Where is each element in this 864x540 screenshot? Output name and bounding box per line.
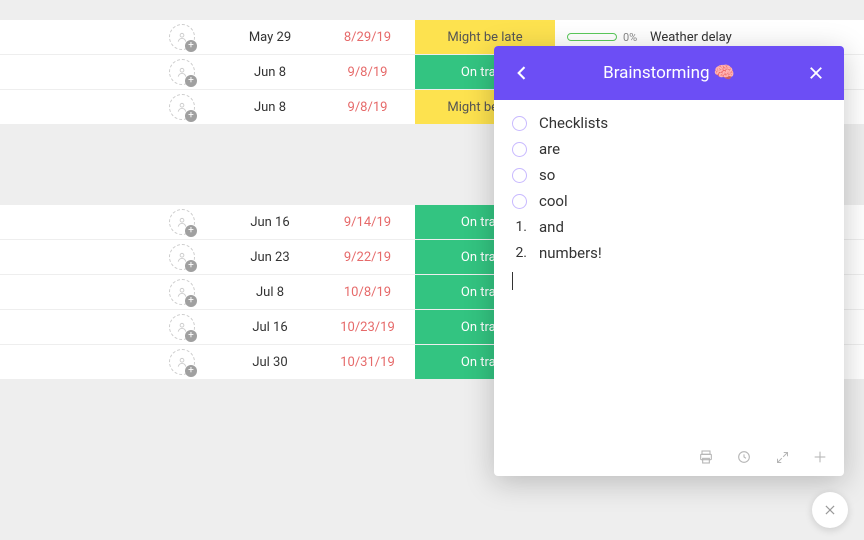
checklist-item[interactable]: so bbox=[512, 162, 826, 188]
numbered-label: numbers! bbox=[539, 244, 602, 262]
due-date: 8/29/19 bbox=[320, 30, 415, 45]
due-date: 9/8/19 bbox=[320, 100, 415, 115]
plus-icon: + bbox=[185, 330, 197, 342]
assign-avatar[interactable]: + bbox=[169, 349, 195, 375]
assign-cell: + bbox=[0, 279, 220, 305]
progress-bar bbox=[567, 33, 617, 41]
due-date: 9/22/19 bbox=[320, 250, 415, 265]
assign-avatar[interactable]: + bbox=[169, 279, 195, 305]
due-date: 9/8/19 bbox=[320, 65, 415, 80]
note-cell: Weather delay bbox=[640, 30, 864, 45]
numbered-label: and bbox=[539, 218, 564, 236]
assign-avatar[interactable]: + bbox=[169, 314, 195, 340]
print-icon[interactable] bbox=[698, 449, 714, 465]
assign-cell: + bbox=[0, 59, 220, 85]
assign-cell: + bbox=[0, 244, 220, 270]
checkbox-icon[interactable] bbox=[512, 168, 527, 183]
floating-close-button[interactable] bbox=[812, 492, 848, 528]
assign-cell: + bbox=[0, 94, 220, 120]
due-date: 10/23/19 bbox=[320, 320, 415, 335]
start-date: Jun 8 bbox=[220, 65, 320, 80]
plus-icon: + bbox=[185, 260, 197, 272]
progress-pct: 0% bbox=[623, 31, 637, 44]
due-date: 10/8/19 bbox=[320, 285, 415, 300]
assign-cell: + bbox=[0, 24, 220, 50]
checklist-label: are bbox=[539, 140, 560, 158]
start-date: Jul 16 bbox=[220, 320, 320, 335]
assign-avatar[interactable]: + bbox=[169, 59, 195, 85]
number-marker: 2. bbox=[512, 245, 527, 261]
panel-header: Brainstorming 🧠 bbox=[494, 46, 844, 100]
panel-footer bbox=[494, 438, 844, 476]
number-marker: 1. bbox=[512, 219, 527, 235]
brainstorming-panel: Brainstorming 🧠 Checklists are so cool 1. and… bbox=[494, 46, 844, 476]
plus-icon: + bbox=[185, 40, 197, 52]
checklist-label: so bbox=[539, 166, 555, 184]
plus-icon: + bbox=[185, 75, 197, 87]
plus-icon: + bbox=[185, 365, 197, 377]
start-date: Jul 30 bbox=[220, 355, 320, 370]
start-date: May 29 bbox=[220, 30, 320, 45]
checklist-label: cool bbox=[539, 192, 568, 210]
text-cursor bbox=[512, 272, 826, 290]
assign-avatar[interactable]: + bbox=[169, 209, 195, 235]
start-date: Jun 8 bbox=[220, 100, 320, 115]
history-icon[interactable] bbox=[736, 449, 752, 465]
checklist-label: Checklists bbox=[539, 114, 608, 132]
panel-title: Brainstorming 🧠 bbox=[494, 63, 844, 83]
checkbox-icon[interactable] bbox=[512, 194, 527, 209]
numbered-item[interactable]: 2. numbers! bbox=[512, 240, 826, 266]
assign-cell: + bbox=[0, 314, 220, 340]
start-date: Jun 23 bbox=[220, 250, 320, 265]
checklist-item[interactable]: cool bbox=[512, 188, 826, 214]
checkbox-icon[interactable] bbox=[512, 116, 527, 131]
checklist-item[interactable]: Checklists bbox=[512, 110, 826, 136]
due-date: 10/31/19 bbox=[320, 355, 415, 370]
assign-cell: + bbox=[0, 209, 220, 235]
start-date: Jun 16 bbox=[220, 215, 320, 230]
due-date: 9/14/19 bbox=[320, 215, 415, 230]
start-date: Jul 8 bbox=[220, 285, 320, 300]
assign-avatar[interactable]: + bbox=[169, 244, 195, 270]
assign-avatar[interactable]: + bbox=[169, 94, 195, 120]
panel-body[interactable]: Checklists are so cool 1. and 2. numbers! bbox=[494, 100, 844, 438]
back-button[interactable] bbox=[510, 61, 534, 85]
add-icon[interactable] bbox=[812, 449, 828, 465]
numbered-item[interactable]: 1. and bbox=[512, 214, 826, 240]
progress-cell: 0% bbox=[555, 31, 640, 44]
assign-cell: + bbox=[0, 349, 220, 375]
plus-icon: + bbox=[185, 225, 197, 237]
plus-icon: + bbox=[185, 110, 197, 122]
expand-icon[interactable] bbox=[774, 449, 790, 465]
plus-icon: + bbox=[185, 295, 197, 307]
close-panel-button[interactable] bbox=[804, 61, 828, 85]
assign-avatar[interactable]: + bbox=[169, 24, 195, 50]
checklist-item[interactable]: are bbox=[512, 136, 826, 162]
checkbox-icon[interactable] bbox=[512, 142, 527, 157]
